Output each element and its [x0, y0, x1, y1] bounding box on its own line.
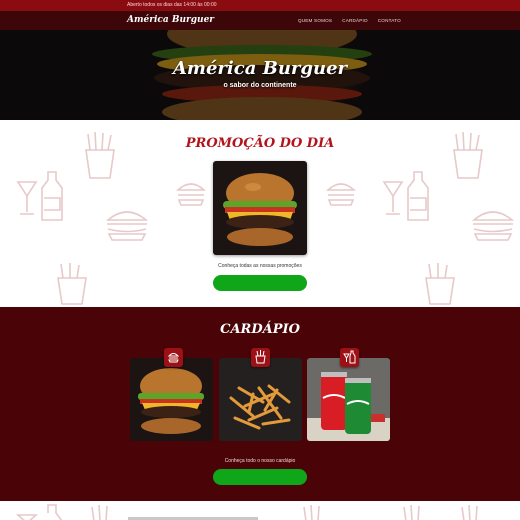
drinks-icon: [343, 350, 356, 364]
promo-title: PROMOÇÃO DO DIA: [185, 136, 335, 151]
fries-doodle-icon: [303, 504, 320, 520]
opening-hours-text: Aberto todos os dias das 14:00 às 00:00: [127, 2, 217, 8]
nav-link-cardapio[interactable]: CARDÁPIO: [342, 11, 368, 30]
cardapio-card-fries[interactable]: [219, 358, 302, 441]
cardapio-title: CARDÁPIO: [220, 322, 300, 337]
next-section: [0, 501, 520, 520]
logo[interactable]: América Burguer: [127, 14, 214, 26]
hero-subtitle: o sabor do continente: [223, 82, 297, 89]
fries-icon: [255, 350, 266, 364]
burger-doodle-icon: [471, 211, 515, 241]
cardapio-section: CARDÁPIO Conheça todo o nosso cardápio: [0, 307, 520, 501]
page: Aberto todos os dias das 14:00 às 00:00 …: [0, 0, 520, 520]
burger-photo-icon: [213, 161, 307, 255]
burger-badge: [164, 348, 183, 367]
burger-icon: [167, 353, 180, 363]
opening-hours-bar: Aberto todos os dias das 14:00 às 00:00: [0, 0, 520, 11]
promo-burger-image[interactable]: [213, 161, 307, 255]
burger-doodle-icon: [176, 183, 206, 206]
nav-link-quem-somos[interactable]: QUEM SOMOS: [298, 11, 332, 30]
burger-doodle-icon: [105, 211, 149, 241]
hero-title: América Burguer: [172, 58, 348, 79]
drinks-badge: [340, 348, 359, 367]
soda-cans-photo-icon: [307, 358, 390, 441]
cardapio-caption: Conheça todo o nosso cardápio: [224, 458, 296, 464]
promo-section: PROMOÇÃO DO DIA Conheça todas as nossas …: [0, 120, 520, 307]
cardapio-card-drinks[interactable]: [307, 358, 390, 441]
fries-doodle-icon: [403, 504, 420, 520]
drinks-doodle-icon: [382, 171, 429, 221]
drinks-doodle-icon: [16, 171, 63, 221]
fries-doodle-icon: [91, 504, 108, 520]
nav-menu: QUEM SOMOS CARDÁPIO CONTATO: [298, 11, 401, 30]
fries-badge: [251, 348, 270, 367]
navbar: América Burguer QUEM SOMOS CARDÁPIO CONT…: [0, 11, 520, 30]
burger-doodle-icon: [326, 183, 356, 206]
promo-caption: Conheça todas as nossas promoções: [218, 263, 302, 269]
hero-banner: América Burguer o sabor do continente: [0, 30, 520, 120]
fries-photo-icon: [219, 358, 302, 441]
drinks-doodle-icon: [15, 504, 63, 520]
cardapio-button[interactable]: [213, 469, 307, 485]
promo-button[interactable]: [213, 275, 307, 291]
cardapio-card-burger[interactable]: [130, 358, 213, 441]
fries-doodle-icon: [461, 504, 478, 520]
burger-photo-icon: [130, 358, 213, 441]
nav-link-contato[interactable]: CONTATO: [378, 11, 401, 30]
